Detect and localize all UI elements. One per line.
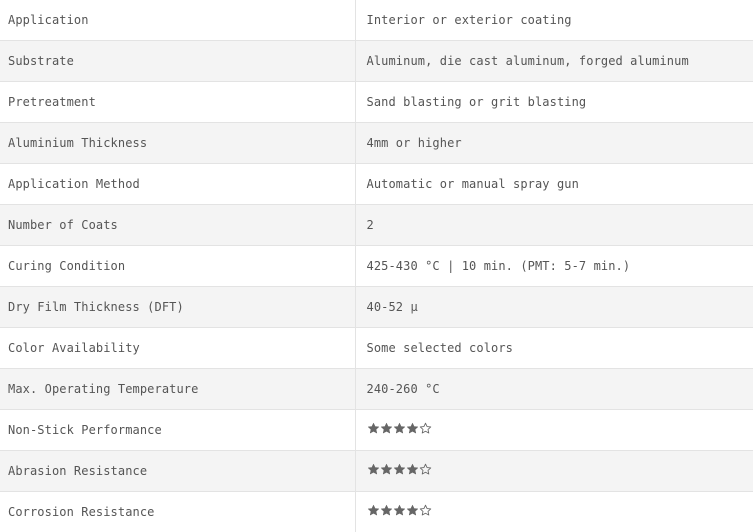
star-outline-icon — [419, 504, 432, 517]
row-label: Aluminium Thickness — [0, 123, 355, 164]
table-row: Dry Film Thickness (DFT) 40-52 µ — [0, 287, 753, 328]
star-filled-icon — [406, 422, 419, 435]
table-row: Curing Condition 425-430 °C | 10 min. (P… — [0, 246, 753, 287]
row-value: Aluminum, die cast aluminum, forged alum… — [355, 41, 753, 82]
row-label: Pretreatment — [0, 82, 355, 123]
row-label: Non-Stick Performance — [0, 410, 355, 451]
row-rating — [355, 451, 753, 492]
table-row: Max. Operating Temperature 240-260 °C — [0, 369, 753, 410]
star-outline-icon — [419, 422, 432, 435]
row-value: 425-430 °C | 10 min. (PMT: 5-7 min.) — [355, 246, 753, 287]
row-rating — [355, 492, 753, 532]
row-label: Dry Film Thickness (DFT) — [0, 287, 355, 328]
row-value: Interior or exterior coating — [355, 0, 753, 41]
star-filled-icon — [406, 463, 419, 476]
row-value: Sand blasting or grit blasting — [355, 82, 753, 123]
star-rating — [367, 504, 432, 517]
table-row-rating: Abrasion Resistance — [0, 451, 753, 492]
star-filled-icon — [393, 422, 406, 435]
star-filled-icon — [406, 504, 419, 517]
star-filled-icon — [367, 422, 380, 435]
row-rating — [355, 410, 753, 451]
row-label: Number of Coats — [0, 205, 355, 246]
star-filled-icon — [380, 504, 393, 517]
row-value: 4mm or higher — [355, 123, 753, 164]
star-filled-icon — [367, 504, 380, 517]
star-rating — [367, 422, 432, 435]
table-row: Substrate Aluminum, die cast aluminum, f… — [0, 41, 753, 82]
star-filled-icon — [393, 504, 406, 517]
row-label: Corrosion Resistance — [0, 492, 355, 532]
row-label: Abrasion Resistance — [0, 451, 355, 492]
table-row: Pretreatment Sand blasting or grit blast… — [0, 82, 753, 123]
star-outline-icon — [419, 463, 432, 476]
star-filled-icon — [380, 422, 393, 435]
row-label: Application Method — [0, 164, 355, 205]
row-label: Curing Condition — [0, 246, 355, 287]
row-value: 2 — [355, 205, 753, 246]
row-value: Automatic or manual spray gun — [355, 164, 753, 205]
table-row: Color Availability Some selected colors — [0, 328, 753, 369]
row-label: Application — [0, 0, 355, 41]
star-filled-icon — [367, 463, 380, 476]
row-label: Max. Operating Temperature — [0, 369, 355, 410]
star-filled-icon — [380, 463, 393, 476]
table-row: Application Interior or exterior coating — [0, 0, 753, 41]
row-label: Color Availability — [0, 328, 355, 369]
row-label: Substrate — [0, 41, 355, 82]
table-row: Application Method Automatic or manual s… — [0, 164, 753, 205]
table-row-rating: Non-Stick Performance — [0, 410, 753, 451]
spec-table-body: Application Interior or exterior coating… — [0, 0, 753, 532]
star-filled-icon — [393, 463, 406, 476]
row-value: 40-52 µ — [355, 287, 753, 328]
star-rating — [367, 463, 432, 476]
table-row: Number of Coats 2 — [0, 205, 753, 246]
row-value: 240-260 °C — [355, 369, 753, 410]
table-row-rating: Corrosion Resistance — [0, 492, 753, 532]
spec-table: Application Interior or exterior coating… — [0, 0, 753, 532]
row-value: Some selected colors — [355, 328, 753, 369]
table-row: Aluminium Thickness 4mm or higher — [0, 123, 753, 164]
